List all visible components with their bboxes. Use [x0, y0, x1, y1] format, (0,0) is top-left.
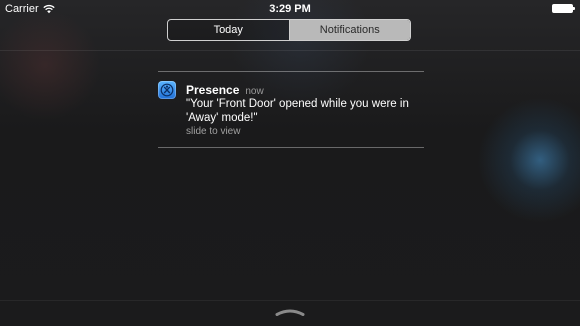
chevron-grabber-icon[interactable]	[275, 308, 305, 316]
notification-bottom-divider	[158, 147, 424, 148]
tab-notifications[interactable]: Notifications	[289, 20, 410, 40]
presence-app-icon	[158, 81, 176, 99]
status-bar: Carrier 3:29 PM	[0, 0, 580, 17]
notification-header: Presence now	[186, 83, 264, 97]
notification-message: "Your 'Front Door' opened while you were…	[186, 98, 409, 124]
notification-center: Carrier 3:29 PM Today Notifications Pres…	[0, 0, 580, 326]
header-divider	[0, 50, 580, 51]
battery-icon	[552, 4, 575, 13]
clock: 3:29 PM	[269, 3, 311, 15]
slide-to-view-hint: slide to view	[186, 126, 241, 137]
notification-app-name: Presence	[186, 83, 240, 97]
notification-top-divider	[158, 71, 424, 72]
notification-time: now	[245, 86, 264, 97]
footer-divider	[0, 300, 580, 301]
tab-today[interactable]: Today	[168, 20, 290, 40]
view-switcher: Today Notifications	[167, 19, 411, 41]
